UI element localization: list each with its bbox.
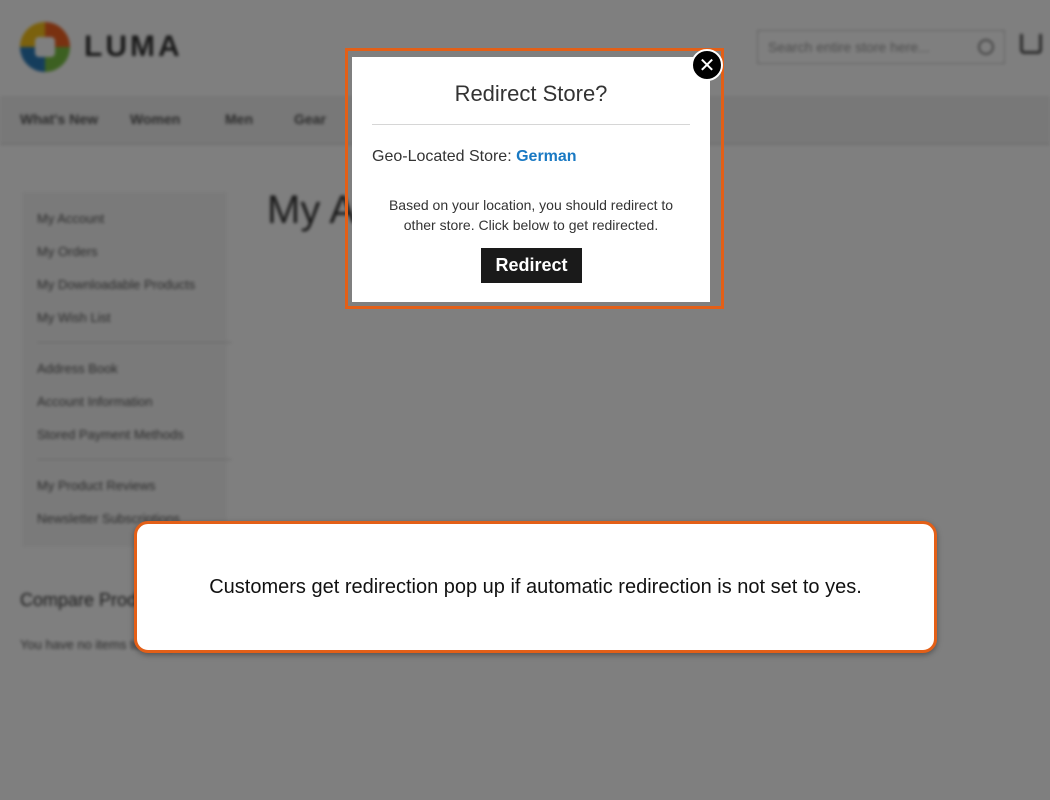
- redirect-button[interactable]: Redirect: [481, 248, 582, 283]
- geo-located-store: Geo-Located Store: German: [372, 148, 577, 166]
- close-icon[interactable]: ✕: [691, 49, 723, 81]
- modal-title: Redirect Store?: [454, 81, 608, 106]
- geo-store-name: German: [516, 148, 577, 165]
- annotation-callout: Customers get redirection pop up if auto…: [134, 521, 937, 653]
- modal-divider: [372, 124, 690, 125]
- callout-text: Customers get redirection pop up if auto…: [209, 576, 862, 598]
- geo-label: Geo-Located Store:: [372, 148, 512, 165]
- redirect-modal: Redirect Store? Geo-Located Store: Germa…: [352, 57, 710, 302]
- redirect-message: Based on your location, you should redir…: [388, 197, 674, 233]
